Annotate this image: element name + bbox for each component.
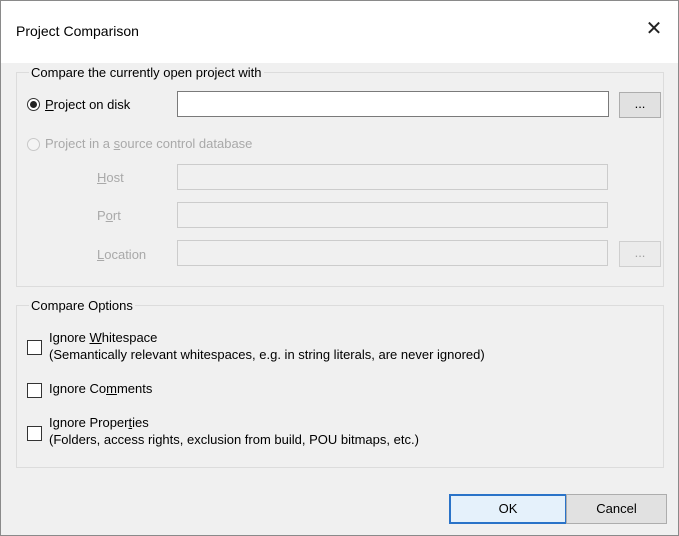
compare-options-legend: Compare Options (31, 298, 133, 313)
ignore-properties-description: (Folders, access rights, exclusion from … (49, 432, 419, 447)
project-on-disk-radio[interactable] (27, 98, 40, 111)
label-part: Ignore Co (49, 381, 107, 396)
location-label: Location (97, 247, 146, 262)
browse-disk-button[interactable]: ... (619, 92, 661, 118)
dialog-title: Project Comparison (16, 23, 139, 39)
label-part: ost (106, 170, 124, 185)
compare-with-legend: Compare the currently open project with (31, 65, 262, 80)
ignore-whitespace-checkbox[interactable] (27, 340, 42, 355)
label-part: ource control database (120, 136, 253, 151)
label-part: ocation (104, 247, 147, 262)
project-on-disk-label[interactable]: Project on disk (45, 97, 130, 112)
label-accelerator: P (45, 97, 54, 112)
browse-location-button[interactable]: ... (619, 241, 661, 267)
location-input[interactable] (177, 240, 608, 266)
title-bar: Project Comparison ✕ (1, 1, 678, 63)
port-label: Port (97, 208, 121, 223)
label-part: ies (132, 415, 149, 430)
host-input[interactable] (177, 164, 608, 190)
close-icon[interactable]: ✕ (640, 15, 668, 43)
source-control-radio[interactable] (27, 138, 40, 151)
ignore-comments-checkbox[interactable] (27, 383, 42, 398)
ok-button[interactable]: OK (449, 494, 567, 524)
label-part: Ignore Proper (49, 415, 129, 430)
label-accelerator: W (89, 330, 102, 345)
label-accelerator: o (105, 208, 113, 223)
label-part: roject on disk (53, 97, 131, 112)
ignore-comments-label[interactable]: Ignore Comments (49, 381, 152, 396)
ignore-properties-label[interactable]: Ignore Properties (49, 415, 149, 430)
label-part: hitespace (101, 330, 158, 345)
project-path-input[interactable] (177, 91, 609, 117)
ignore-whitespace-label[interactable]: Ignore Whitespace (49, 330, 157, 345)
label-part: ments (116, 381, 153, 396)
host-label: Host (97, 170, 124, 185)
ignore-properties-checkbox[interactable] (27, 426, 42, 441)
project-comparison-dialog: Project Comparison ✕ Compare the current… (0, 0, 679, 536)
label-part: Project in a (45, 136, 114, 151)
label-accelerator: m (106, 381, 117, 396)
port-input[interactable] (177, 202, 608, 228)
cancel-button[interactable]: Cancel (566, 494, 667, 524)
ignore-whitespace-description: (Semantically relevant whitespaces, e.g.… (49, 347, 485, 362)
label-part: Ignore (49, 330, 90, 345)
label-accelerator: H (97, 170, 107, 185)
label-part: rt (112, 208, 121, 223)
label-part: P (97, 208, 106, 223)
source-control-label[interactable]: Project in a source control database (45, 136, 252, 151)
